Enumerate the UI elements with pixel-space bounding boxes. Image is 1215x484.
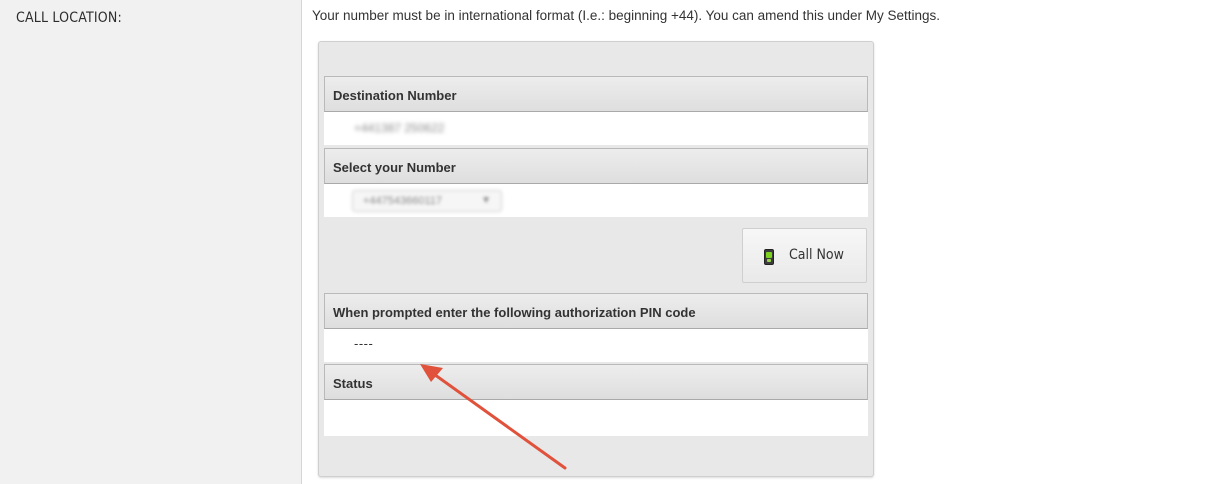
call-location-label: CALL LOCATION: — [16, 10, 122, 26]
call-now-button[interactable]: Call Now — [742, 228, 867, 283]
destination-number-value: +441387 250622 — [354, 121, 445, 135]
label-column: CALL LOCATION: — [0, 0, 302, 484]
select-number-value: +447543660117 — [363, 195, 443, 207]
pin-code-value: ---- — [354, 336, 374, 351]
select-number-header: Select your Number — [324, 148, 868, 184]
help-text: Your number must be in international for… — [312, 8, 941, 23]
call-panel: Destination Number +441387 250622 Select… — [318, 41, 874, 477]
destination-number-row: +441387 250622 — [324, 112, 868, 145]
destination-number-header: Destination Number — [324, 76, 868, 112]
pin-code-row: ---- — [324, 329, 868, 362]
select-number-dropdown[interactable]: +447543660117 ▼ — [352, 190, 502, 212]
status-header: Status — [324, 364, 868, 400]
pin-code-header: When prompted enter the following author… — [324, 293, 868, 329]
dropdown-arrow-icon: ▼ — [481, 195, 491, 206]
field-column: Your number must be in international for… — [303, 0, 1215, 484]
mobile-phone-icon — [764, 249, 774, 265]
call-now-label: Call Now — [789, 247, 844, 263]
select-number-row: +447543660117 ▼ — [324, 184, 868, 217]
status-row — [324, 400, 868, 436]
